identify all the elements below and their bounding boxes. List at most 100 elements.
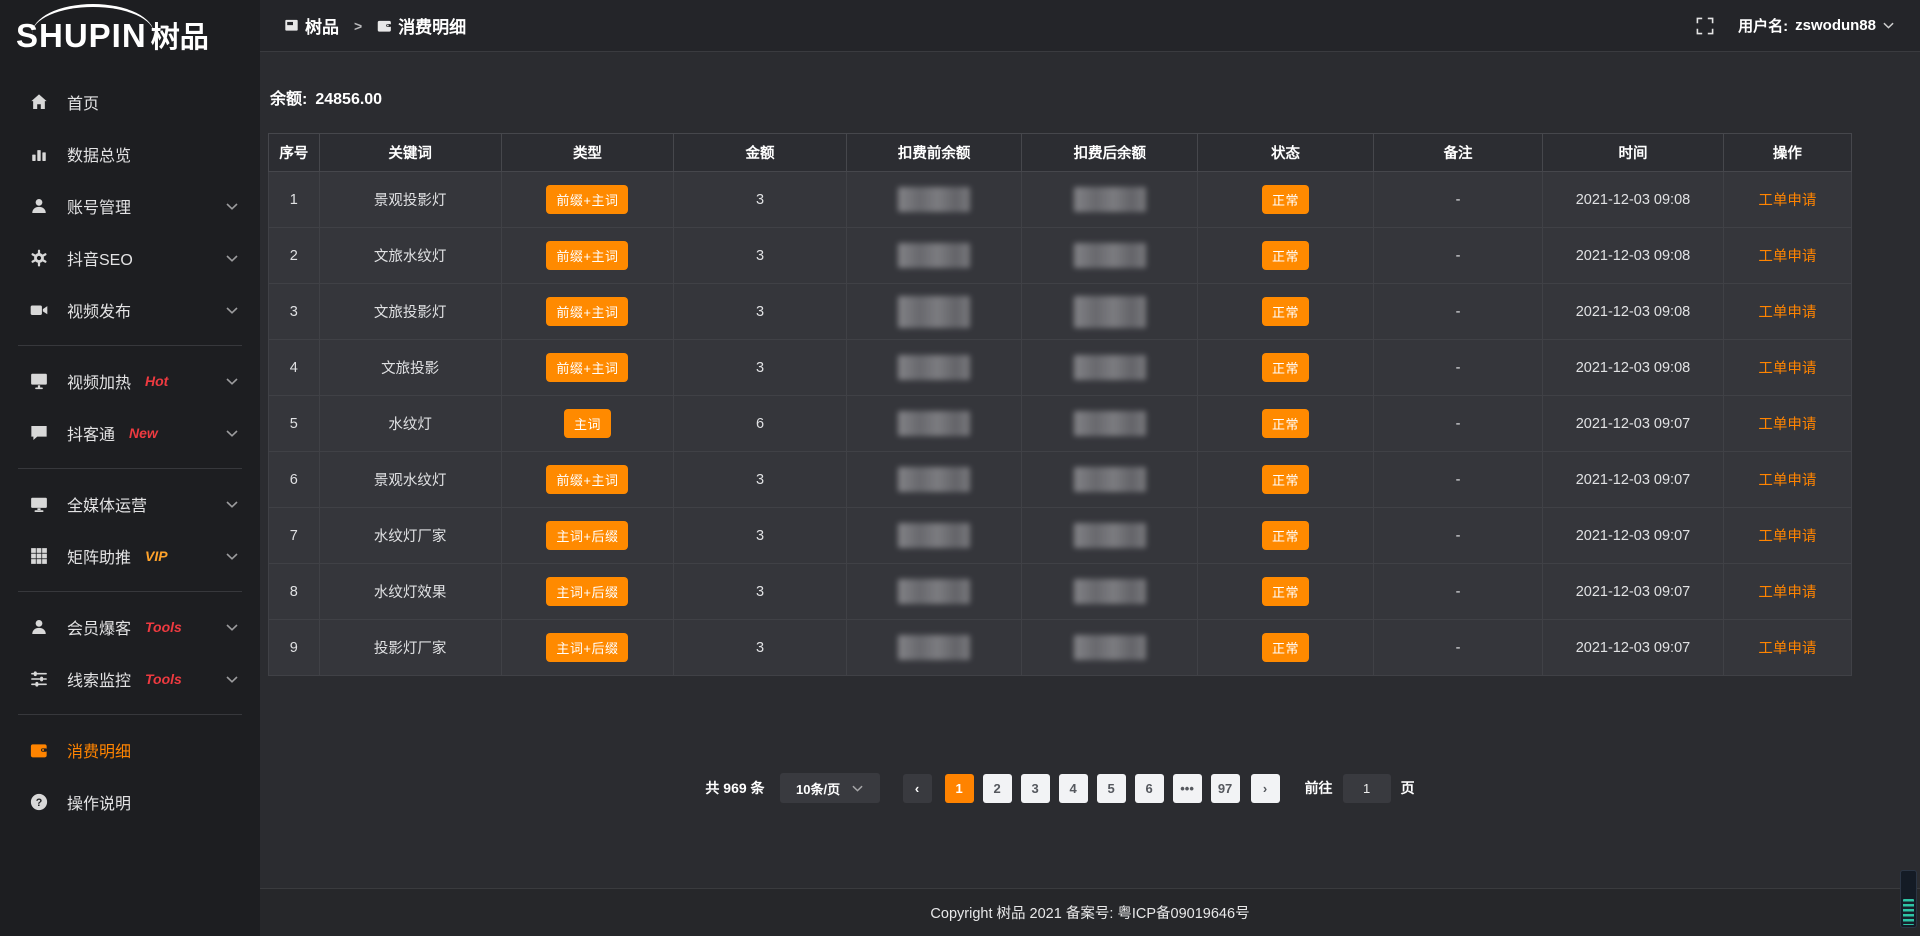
sidebar-item-monitor[interactable]: 全媒体运营 (0, 478, 260, 530)
balance-after-cell (1022, 284, 1198, 340)
chevron-down-icon (226, 255, 238, 262)
prev-page-button[interactable]: ‹ (903, 774, 932, 803)
sidebar-item-chat[interactable]: 抖客通 New (0, 407, 260, 459)
keyword-cell: 水纹灯厂家 (319, 508, 501, 564)
status-cell: 正常 (1198, 620, 1374, 676)
floating-widget[interactable] (1900, 870, 1917, 928)
type-badge: 前缀+主词 (546, 297, 628, 326)
balance-after-cell (1022, 396, 1198, 452)
keyword-cell: 文旅投影 (319, 340, 501, 396)
type-badge: 前缀+主词 (546, 185, 628, 214)
redacted-balance-after (1074, 523, 1146, 548)
column-header: 类型 (501, 134, 674, 172)
chevron-down-icon (226, 430, 238, 437)
sidebar-item-person[interactable]: 会员爆客 Tools (0, 601, 260, 653)
sidebar-item-chart[interactable]: 数据总览 (0, 128, 260, 180)
home-icon (30, 93, 50, 111)
redacted-balance-after (1074, 187, 1146, 212)
more-pages-button[interactable]: ••• (1173, 774, 1202, 803)
user-menu[interactable]: 用户名: zswodun88 (1738, 15, 1894, 36)
remark-cell: - (1373, 452, 1542, 508)
type-badge: 主词 (564, 409, 611, 438)
sidebar-item-screen[interactable]: 视频加热 Hot (0, 355, 260, 407)
page-button-3[interactable]: 3 (1021, 774, 1050, 803)
breadcrumb-app[interactable]: 树品 (284, 13, 339, 38)
work-order-link[interactable]: 工单申请 (1758, 529, 1816, 545)
time-cell: 2021-12-03 09:07 (1543, 452, 1723, 508)
sidebar-item-sliders[interactable]: 线索监控 Tools (0, 653, 260, 705)
next-page-button[interactable]: › (1251, 774, 1280, 803)
status-badge: 正常 (1262, 241, 1309, 270)
sidebar-item-question[interactable]: ? 操作说明 (0, 776, 260, 828)
wallet-icon (30, 741, 50, 759)
status-badge: 正常 (1262, 353, 1309, 382)
work-order-link[interactable]: 工单申请 (1758, 361, 1816, 377)
logo-arc-decoration (32, 4, 154, 34)
time-cell: 2021-12-03 09:07 (1543, 564, 1723, 620)
sidebar-item-label: 视频发布 (67, 298, 131, 322)
sidebar-item-home[interactable]: 首页 (0, 76, 260, 128)
consumption-table-body: 1景观投影灯前缀+主词3正常-2021-12-03 09:08工单申请2文旅水纹… (269, 172, 1852, 676)
work-order-link[interactable]: 工单申请 (1758, 417, 1816, 433)
work-order-link[interactable]: 工单申请 (1758, 193, 1816, 209)
sidebar-item-user[interactable]: 账号管理 (0, 180, 260, 232)
page-button-4[interactable]: 4 (1059, 774, 1088, 803)
work-order-link[interactable]: 工单申请 (1758, 305, 1816, 321)
balance-after-cell (1022, 340, 1198, 396)
action-cell: 工单申请 (1723, 396, 1851, 452)
page-button-2[interactable]: 2 (983, 774, 1012, 803)
redacted-balance-before (898, 467, 970, 492)
redacted-balance-after (1074, 579, 1146, 604)
goto-page-input[interactable] (1343, 774, 1391, 803)
balance-before-cell (846, 620, 1022, 676)
sidebar-item-label: 抖客通 (67, 421, 115, 445)
redacted-balance-before (898, 355, 970, 380)
page-button-5[interactable]: 5 (1097, 774, 1126, 803)
fullscreen-icon[interactable] (1696, 17, 1714, 35)
table-row: 8水纹灯效果主词+后缀3正常-2021-12-03 09:07工单申请 (269, 564, 1852, 620)
remark-cell: - (1373, 172, 1542, 228)
chevron-down-icon (226, 553, 238, 560)
sidebar-divider (18, 591, 242, 592)
column-header: 操作 (1723, 134, 1851, 172)
remark-cell: - (1373, 340, 1542, 396)
type-cell: 主词+后缀 (501, 564, 674, 620)
status-badge: 正常 (1262, 521, 1309, 550)
page-button-97[interactable]: 97 (1211, 774, 1240, 803)
action-cell: 工单申请 (1723, 564, 1851, 620)
work-order-link[interactable]: 工单申请 (1758, 585, 1816, 601)
page-size-select[interactable]: 10条/页 (780, 773, 880, 803)
pagination: 共 969 条 10条/页 ‹ 123456•••97 › 前往 页 (268, 773, 1852, 803)
sidebar-item-video[interactable]: 视频发布 (0, 284, 260, 336)
work-order-link[interactable]: 工单申请 (1758, 473, 1816, 489)
redacted-balance-before (898, 296, 970, 328)
action-cell: 工单申请 (1723, 172, 1851, 228)
sidebar-item-gear[interactable]: 抖音SEO (0, 232, 260, 284)
balance-value: 24856.00 (315, 91, 382, 108)
column-header: 扣费后余额 (1022, 134, 1198, 172)
time-cell: 2021-12-03 09:07 (1543, 508, 1723, 564)
remark-cell: - (1373, 228, 1542, 284)
table-row: 5水纹灯主词6正常-2021-12-03 09:07工单申请 (269, 396, 1852, 452)
status-badge: 正常 (1262, 297, 1309, 326)
seq-cell: 7 (269, 508, 320, 564)
breadcrumb-app-label: 树品 (305, 13, 339, 38)
keyword-cell: 水纹灯效果 (319, 564, 501, 620)
sidebar-item-label: 账号管理 (67, 194, 131, 218)
app-logo: SHUPIN树品 (0, 0, 260, 62)
sidebar-item-label: 首页 (67, 90, 99, 114)
sidebar: SHUPIN树品 首页 数据总览 账号管理 抖音SEO 视频发布 视频加热 Ho… (0, 0, 260, 936)
keyword-cell: 景观水纹灯 (319, 452, 501, 508)
sidebar-item-wallet[interactable]: 消费明细 (0, 724, 260, 776)
work-order-link[interactable]: 工单申请 (1758, 641, 1816, 657)
work-order-link[interactable]: 工单申请 (1758, 249, 1816, 265)
sidebar-item-grid[interactable]: 矩阵助推 VIP (0, 530, 260, 582)
chevron-down-icon (226, 203, 238, 210)
page-button-6[interactable]: 6 (1135, 774, 1164, 803)
redacted-balance-before (898, 579, 970, 604)
sidebar-item-label: 数据总览 (67, 142, 131, 166)
breadcrumb: 树品 > 消费明细 (284, 13, 466, 38)
time-cell: 2021-12-03 09:08 (1543, 284, 1723, 340)
page-button-1[interactable]: 1 (945, 774, 974, 803)
type-badge: 前缀+主词 (546, 241, 628, 270)
